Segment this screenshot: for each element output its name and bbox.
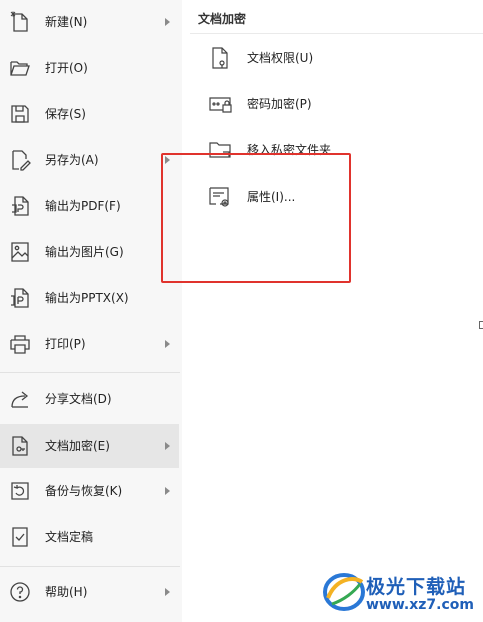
menu-item-finalize[interactable]: 文档定稿 (0, 516, 179, 558)
encrypt-submenu: 文档加密 文档权限(U) 密码加密(P) 移入私密文件夹 属性(I)... (182, 0, 483, 622)
menu-item-label: 备份与恢复(K) (45, 484, 123, 498)
backup-restore-icon (8, 479, 32, 503)
chevron-right-icon (165, 340, 170, 348)
chevron-right-icon (165, 442, 170, 450)
menu-item-export-pptx[interactable]: 输出为PPTX(X) (0, 277, 179, 319)
new-document-icon (8, 10, 32, 34)
highlight-box (161, 153, 351, 283)
printer-icon (8, 332, 32, 356)
menu-item-save[interactable]: 保存(S) (0, 93, 179, 135)
chevron-right-icon (165, 487, 170, 495)
menu-item-label: 输出为图片(G) (45, 245, 124, 259)
export-pdf-icon (8, 194, 32, 218)
submenu-item-label: 密码加密(P) (247, 97, 312, 111)
menu-item-label: 文档加密(E) (45, 439, 110, 453)
file-menu: 新建(N) 打开(O) 保存(S) 另存为(A) 输出为PDF(F) 输出为图片… (0, 0, 182, 622)
help-icon (8, 580, 32, 604)
watermark-brand: 极光下载站 (366, 576, 467, 598)
export-pptx-icon (8, 286, 32, 310)
menu-item-open[interactable]: 打开(O) (0, 47, 179, 89)
menu-item-label: 分享文档(D) (45, 392, 112, 406)
menu-item-print[interactable]: 打印(P) (0, 323, 179, 365)
save-icon (8, 102, 32, 126)
menu-item-help[interactable]: 帮助(H) (0, 571, 179, 613)
folder-open-icon (8, 56, 32, 80)
menu-item-backup-restore[interactable]: 备份与恢复(K) (0, 470, 179, 512)
watermark-site: www.xz7.com (366, 597, 474, 613)
watermark-logo-icon (322, 568, 366, 614)
password-lock-icon (208, 92, 234, 116)
menu-item-export-pdf[interactable]: 输出为PDF(F) (0, 185, 179, 227)
save-as-icon (8, 148, 32, 172)
submenu-divider (190, 33, 483, 34)
submenu-item-document-permission[interactable]: 文档权限(U) (182, 38, 483, 78)
menu-item-label: 文档定稿 (45, 530, 94, 544)
menu-item-label: 输出为PPTX(X) (45, 291, 129, 305)
chevron-right-icon (165, 588, 170, 596)
window-edge-handle (479, 321, 483, 329)
export-image-icon (8, 240, 32, 264)
menu-item-label: 另存为(A) (45, 153, 99, 167)
menu-divider (0, 372, 180, 373)
watermark: 极光下载站 www.xz7.com (322, 564, 480, 618)
menu-item-label: 打开(O) (45, 61, 88, 75)
menu-item-label: 打印(P) (45, 337, 86, 351)
menu-item-document-encrypt[interactable]: 文档加密(E) (0, 424, 179, 468)
document-permission-icon (208, 46, 234, 70)
menu-divider (0, 566, 180, 567)
menu-item-label: 输出为PDF(F) (45, 199, 121, 213)
document-encrypt-icon (8, 434, 32, 458)
document-finalize-icon (8, 525, 32, 549)
share-icon (8, 387, 32, 411)
submenu-item-label: 文档权限(U) (247, 51, 314, 65)
submenu-item-password-encrypt[interactable]: 密码加密(P) (182, 84, 483, 124)
menu-item-export-image[interactable]: 输出为图片(G) (0, 231, 179, 273)
chevron-right-icon (165, 18, 170, 26)
menu-item-label: 帮助(H) (45, 585, 88, 599)
menu-item-label: 新建(N) (45, 15, 88, 29)
menu-item-save-as[interactable]: 另存为(A) (0, 139, 179, 181)
menu-item-share[interactable]: 分享文档(D) (0, 378, 179, 420)
submenu-title: 文档加密 (198, 12, 247, 26)
menu-item-label: 保存(S) (45, 107, 86, 121)
menu-item-new[interactable]: 新建(N) (0, 1, 179, 43)
